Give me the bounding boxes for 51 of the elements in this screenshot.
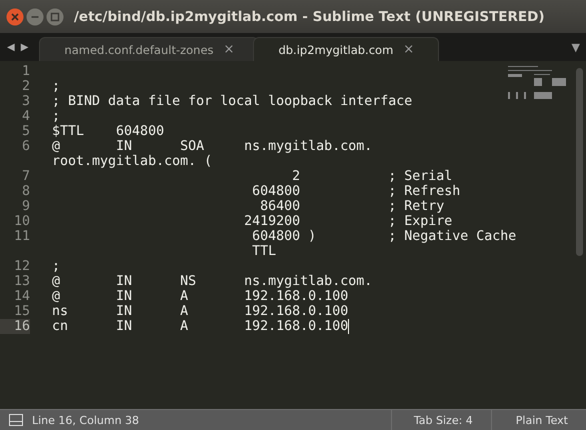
tab-size-button[interactable]: Tab Size: 4	[390, 410, 491, 430]
tab-nav-button[interactable]: ▶	[18, 42, 32, 52]
code-line: TTL	[251, 244, 276, 259]
code-line: ;	[52, 79, 60, 94]
close-icon[interactable]	[6, 8, 24, 26]
text-cursor	[348, 319, 350, 334]
line-number: 14	[12, 289, 30, 304]
code-line: 604800 ) ; Negative Cache	[251, 229, 516, 244]
tab-close-button[interactable]: ×	[403, 42, 414, 57]
code-line: cn IN A 192.168.0.100	[52, 319, 348, 334]
code-line: @ IN A 192.168.0.100	[52, 289, 348, 304]
code-line: ; BIND data file for local loopback interface	[52, 94, 412, 109]
tab-label: named.conf.default-zones	[64, 42, 214, 56]
line-number: 15	[12, 304, 30, 319]
line-number: 7	[20, 169, 30, 184]
code-line: 86400 ; Retry	[259, 199, 444, 214]
code-line: $TTL 604800	[52, 124, 164, 139]
line-number: 11	[12, 229, 30, 244]
code-line: root.mygitlab.com. (	[52, 154, 212, 169]
panel-icon[interactable]	[9, 414, 23, 426]
code-line: 2 ; Serial	[291, 169, 452, 184]
cursor-position: Line 16, Column 38	[32, 414, 140, 426]
syntax-button[interactable]: Plain Text	[490, 410, 586, 430]
code-line: ;	[52, 109, 60, 124]
minimize-icon[interactable]	[26, 8, 44, 26]
window-title: /etc/bind/db.ip2mygitlab.com - Sublime Text (UNREGISTERED)	[74, 8, 545, 24]
code-line: @ IN NS ns.mygitlab.com.	[52, 274, 372, 289]
code-line: ;	[52, 259, 60, 274]
line-number: 1	[20, 64, 30, 79]
tab-nav-button[interactable]: ◀	[4, 42, 18, 52]
line-number: 3	[20, 94, 30, 109]
line-number: 2	[20, 79, 30, 94]
line-number: 6	[20, 139, 30, 154]
line-number: 12	[12, 259, 30, 274]
code-line: 2419200 ; Expire	[243, 214, 452, 229]
scrollbar[interactable]	[576, 68, 583, 256]
line-number: 9	[20, 199, 30, 214]
line-number: 8	[20, 184, 30, 199]
line-number: 10	[12, 214, 30, 229]
maximize-icon[interactable]	[46, 8, 64, 26]
file-tab[interactable]: db.ip2mygitlab.com ×	[253, 37, 440, 61]
tab-close-button[interactable]: ×	[224, 42, 234, 57]
code-line: 604800 ; Refresh	[251, 184, 460, 199]
tab-label: db.ip2mygitlab.com	[278, 42, 394, 56]
code-line: @ IN SOA ns.mygitlab.com.	[52, 139, 372, 154]
code-line: ns IN A 192.168.0.100	[52, 304, 348, 319]
line-number: 4	[20, 109, 30, 124]
line-number: 16	[0, 319, 30, 334]
tab-menu-button[interactable]: ▼	[566, 40, 586, 54]
line-number: 13	[12, 274, 30, 289]
line-number: 5	[20, 124, 30, 139]
